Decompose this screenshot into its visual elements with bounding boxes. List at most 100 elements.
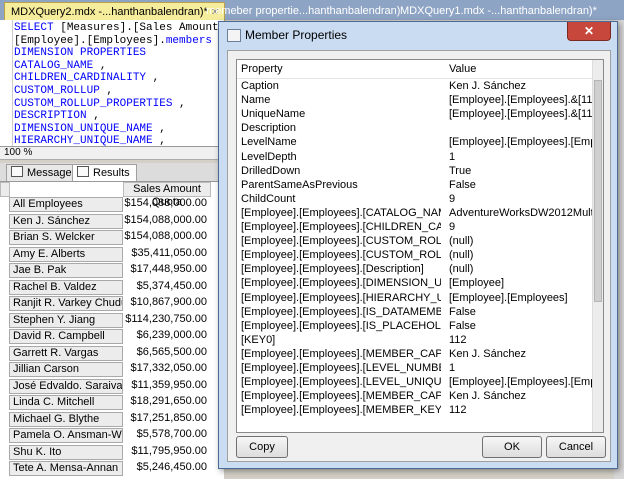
ok-button[interactable]: OK	[482, 436, 542, 458]
table-row: Tete A. Mensa-Annan $5,246,450.00	[0, 461, 224, 476]
property-name: [Employee].[Employees].[LEVEL_UNIQUE_NAM…	[241, 376, 441, 389]
code-line: CUSTOM_ROLLUP ,	[14, 84, 114, 97]
copy-button[interactable]: Copy	[236, 436, 288, 458]
tab-memeber-properties[interactable]: memeber propertie...hanthanbalendran)	[200, 2, 406, 20]
property-value: 9	[449, 192, 456, 205]
table-row: Jillian Carson $17,332,050.00	[0, 362, 224, 377]
property-row[interactable]: [Employee].[Employees].[MEMBER_KEY] 112	[237, 404, 593, 417]
tab-results[interactable]: Results	[72, 164, 137, 181]
row-header-employee[interactable]: Ken J. Sánchez	[9, 213, 123, 229]
row-header-employee[interactable]: David R. Campbell	[9, 329, 123, 344]
cell-sales-amount-quota[interactable]: $6,239,000.00	[123, 329, 209, 342]
property-value: Ken J. Sánchez	[449, 347, 527, 360]
property-row[interactable]: [Employee].[Employees].[MEMBER_CAPTION] K…	[237, 348, 593, 361]
zoom-level[interactable]: 100 %	[4, 147, 32, 158]
column-header-property[interactable]: Property	[241, 63, 283, 75]
query-editor[interactable]: SELECT [Measures].[Sales Amount Quota] […	[0, 20, 224, 147]
cell-sales-amount-quota[interactable]: $35,411,050.00	[123, 247, 209, 260]
property-row[interactable]: [KEY0] 112	[237, 334, 593, 347]
property-row[interactable]: [Employee].[Employees].[LEVEL_NUMBER] 1	[237, 362, 593, 375]
scroll-thumb[interactable]	[594, 80, 602, 302]
row-header-employee[interactable]: José Edvaldo. Saraiva	[9, 378, 123, 394]
property-name: LevelName	[241, 136, 297, 149]
code-line: CATALOG_NAME ,	[14, 59, 107, 72]
row-header-employee[interactable]: Shu K. Ito	[9, 444, 123, 460]
table-row: Amy E. Alberts $35,411,050.00	[0, 246, 224, 262]
property-name: Description	[241, 122, 297, 135]
tab-mdxquery1[interactable]: MDXQuery1.mdx -...hanthanbalendran)*	[394, 2, 603, 20]
vertical-scrollbar[interactable]	[592, 60, 603, 432]
property-value: True	[449, 164, 472, 177]
property-row[interactable]: [Employee].[Employees].[CUSTOM_ROLLUP] (n…	[237, 235, 593, 248]
tab-mdxquery2[interactable]: MDXQuery2.mdx -...hanthanbalendran)* ×	[4, 2, 226, 21]
property-value: [Employee].[Employees].&[112]	[449, 108, 593, 121]
property-row[interactable]: [Employee].[Employees].[IS_DATAMEMBER] Fa…	[237, 306, 593, 319]
property-row[interactable]: [Employee].[Employees].[IS_PLACEHOLDERME…	[237, 320, 593, 333]
column-header-value[interactable]: Value	[449, 63, 476, 75]
property-row[interactable]: [Employee].[Employees].[CUSTOM_ROLLUP_PR…	[237, 249, 593, 262]
cell-sales-amount-quota[interactable]: $114,230,750.00	[123, 313, 209, 326]
cell-sales-amount-quota[interactable]: $154,088,000.00	[123, 214, 209, 227]
column-header-sales-amount-quota[interactable]: Sales Amount Quota	[123, 182, 211, 208]
table-row: Ken J. Sánchez $154,088,000.00	[0, 213, 224, 229]
row-header-employee[interactable]: Linda C. Mitchell	[9, 395, 123, 410]
property-row[interactable]: [Employee].[Employees].[CHILDREN_CARDINA…	[237, 221, 593, 234]
property-row[interactable]: [Employee].[Employees].[LEVEL_UNIQUE_NAM…	[237, 376, 593, 389]
cell-sales-amount-quota[interactable]: $17,332,050.00	[123, 362, 209, 375]
table-row: Pamela O. Ansman-Wolfe$5,578,700.00	[0, 428, 224, 443]
row-header-employee[interactable]: Jae B. Pak	[9, 263, 123, 278]
property-row[interactable]: ParentSameAsPrevious False	[237, 179, 593, 192]
cell-sales-amount-quota[interactable]: $10,867,900.00	[123, 296, 209, 309]
cell-sales-amount-quota[interactable]: $17,251,850.00	[123, 412, 209, 425]
property-name: [Employee].[Employees].[CATALOG_NAME]	[241, 206, 441, 219]
property-value: [Employee].[Employees].&[112]	[449, 94, 593, 107]
row-header-employee[interactable]: Michael G. Blythe	[9, 411, 123, 427]
cell-sales-amount-quota[interactable]: $154,088,000.00	[123, 197, 209, 210]
row-header-employee[interactable]: Pamela O. Ansman-Wolfe	[9, 428, 123, 443]
cell-sales-amount-quota[interactable]: $11,359,950.00	[123, 379, 209, 392]
property-row[interactable]: LevelDepth 1	[237, 151, 593, 164]
row-header-employee[interactable]: Tete A. Mensa-Annan	[9, 461, 123, 476]
row-header-employee[interactable]: Ranjit R. Varkey Chudukatil	[9, 296, 123, 311]
row-header-employee[interactable]: Stephen Y. Jiang	[9, 312, 123, 328]
table-row: Michael G. Blythe $17,251,850.00	[0, 411, 224, 427]
property-name: Caption	[241, 80, 279, 92]
row-header-employee[interactable]: Rachel B. Valdez	[9, 279, 123, 295]
cell-sales-amount-quota[interactable]: $11,795,950.00	[123, 445, 209, 458]
row-header-employee[interactable]: Garrett R. Vargas	[9, 345, 123, 361]
tab-label: Messages	[27, 167, 78, 179]
property-row[interactable]: UniqueName [Employee].[Employees].&[112]	[237, 108, 593, 121]
cell-sales-amount-quota[interactable]: $18,291,650.00	[123, 395, 209, 408]
cell-sales-amount-quota[interactable]: $5,578,700.00	[123, 428, 209, 441]
property-row[interactable]: LevelName [Employee].[Employees].[Employe…	[237, 136, 593, 149]
properties-list[interactable]: Property Value Caption Ken J. Sánchez Name…	[236, 59, 604, 433]
close-button[interactable]: ✕	[567, 22, 611, 41]
property-row[interactable]: [Employee].[Employees].[HIERARCHY_UNIQUE…	[237, 292, 593, 305]
property-row[interactable]: ChildCount 9	[237, 193, 593, 206]
cell-sales-amount-quota[interactable]: $5,246,450.00	[123, 461, 209, 474]
property-name: ParentSameAsPrevious	[241, 178, 358, 191]
row-header-employee[interactable]: Brian S. Welcker	[9, 230, 123, 245]
tab-label: memeber propertie...hanthanbalendran)	[206, 5, 401, 17]
table-row: David R. Campbell $6,239,000.00	[0, 329, 224, 344]
cell-sales-amount-quota[interactable]: $6,565,500.00	[123, 346, 209, 359]
property-row[interactable]: [Employee].[Employees].[DIMENSION_UNIQUE…	[237, 277, 593, 290]
cancel-button[interactable]: Cancel	[546, 436, 606, 458]
cell-sales-amount-quota[interactable]: $17,448,950.00	[123, 263, 209, 276]
property-row[interactable]: [Employee].[Employees].[Description] (nul…	[237, 263, 593, 276]
property-row[interactable]: DrilledDown True	[237, 165, 593, 178]
row-header-employee[interactable]: Amy E. Alberts	[9, 246, 123, 262]
cell-sales-amount-quota[interactable]: $154,088,000.00	[123, 230, 209, 243]
row-header-employee[interactable]: All Employees	[9, 197, 123, 212]
property-row[interactable]: Name [Employee].[Employees].&[112]	[237, 94, 593, 107]
property-row[interactable]: Caption Ken J. Sánchez	[237, 80, 593, 93]
cell-sales-amount-quota[interactable]: $5,374,450.00	[123, 280, 209, 293]
property-row[interactable]: [Employee].[Employees].[MEMBER_CAPTION] K…	[237, 390, 593, 403]
code-line: DIMENSION PROPERTIES	[14, 47, 147, 60]
row-header-employee[interactable]: Jillian Carson	[9, 362, 123, 377]
property-name: [Employee].[Employees].[MEMBER_KEY]	[241, 404, 441, 417]
property-row[interactable]: [Employee].[Employees].[CATALOG_NAME] Adv…	[237, 207, 593, 220]
grid-corner[interactable]	[0, 182, 10, 197]
grid-icon	[77, 166, 89, 177]
property-row[interactable]: Description	[237, 122, 593, 135]
